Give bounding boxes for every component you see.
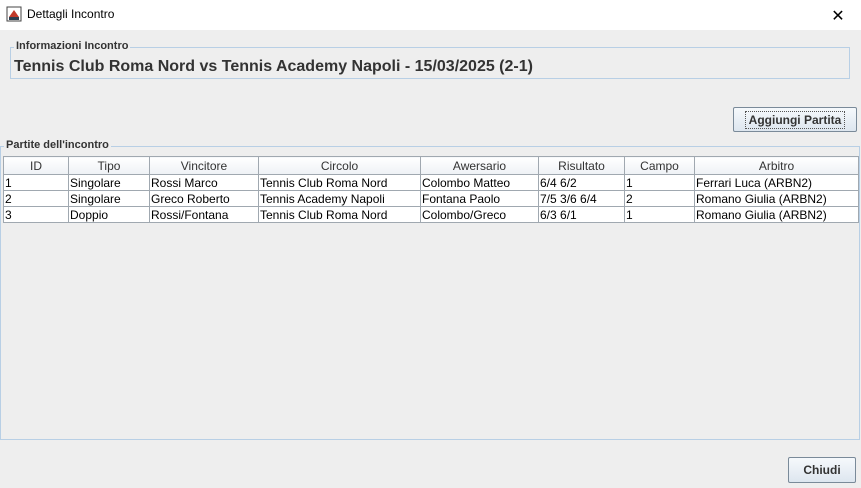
- window-title: Dettagli Incontro: [27, 7, 115, 21]
- cell-tipo[interactable]: Singolare: [68, 174, 150, 191]
- cell-vincitore[interactable]: Rossi/Fontana: [149, 206, 259, 223]
- table-row[interactable]: 2 Singolare Greco Roberto Tennis Academy…: [3, 190, 859, 207]
- table-header-row: ID Tipo Vincitore Circolo Awersario Risu…: [3, 156, 859, 175]
- cell-awersario[interactable]: Fontana Paolo: [420, 190, 539, 207]
- close-icon[interactable]: ✕: [815, 0, 861, 30]
- cell-arbitro[interactable]: Romano Giulia (ARBN2): [694, 190, 859, 207]
- cell-id[interactable]: 1: [3, 174, 69, 191]
- cell-circolo[interactable]: Tennis Club Roma Nord: [258, 174, 421, 191]
- cell-awersario[interactable]: Colombo Matteo: [420, 174, 539, 191]
- cell-vincitore[interactable]: Rossi Marco: [149, 174, 259, 191]
- cell-awersario[interactable]: Colombo/Greco: [420, 206, 539, 223]
- cell-arbitro[interactable]: Ferrari Luca (ARBN2): [694, 174, 859, 191]
- column-header-arbitro[interactable]: Arbitro: [694, 156, 859, 175]
- cell-circolo[interactable]: Tennis Club Roma Nord: [258, 206, 421, 223]
- cell-circolo[interactable]: Tennis Academy Napoli: [258, 190, 421, 207]
- title-bar: Dettagli Incontro ✕: [0, 0, 861, 30]
- cell-risultato[interactable]: 6/3 6/1: [538, 206, 625, 223]
- cell-tipo[interactable]: Singolare: [68, 190, 150, 207]
- cell-id[interactable]: 3: [3, 206, 69, 223]
- cell-arbitro[interactable]: Romano Giulia (ARBN2): [694, 206, 859, 223]
- column-header-vincitore[interactable]: Vincitore: [149, 156, 259, 175]
- add-match-button[interactable]: Aggiungi Partita: [733, 107, 857, 132]
- cell-campo[interactable]: 2: [624, 190, 695, 207]
- match-title: Tennis Club Roma Nord vs Tennis Academy …: [14, 58, 533, 75]
- add-match-button-label: Aggiungi Partita: [744, 110, 846, 129]
- cell-risultato[interactable]: 6/4 6/2: [538, 174, 625, 191]
- cell-vincitore[interactable]: Greco Roberto: [149, 190, 259, 207]
- column-header-campo[interactable]: Campo: [624, 156, 695, 175]
- java-app-icon: [6, 6, 22, 22]
- column-header-awersario[interactable]: Awersario: [420, 156, 539, 175]
- matches-table[interactable]: ID Tipo Vincitore Circolo Awersario Risu…: [3, 156, 859, 223]
- cell-tipo[interactable]: Doppio: [68, 206, 150, 223]
- column-header-risultato[interactable]: Risultato: [538, 156, 625, 175]
- info-legend: Informazioni Incontro: [14, 40, 131, 52]
- table-row[interactable]: 3 Doppio Rossi/Fontana Tennis Club Roma …: [3, 206, 859, 223]
- cell-risultato[interactable]: 7/5 3/6 6/4: [538, 190, 625, 207]
- cell-id[interactable]: 2: [3, 190, 69, 207]
- cell-campo[interactable]: 1: [624, 174, 695, 191]
- cell-campo[interactable]: 1: [624, 206, 695, 223]
- column-header-circolo[interactable]: Circolo: [258, 156, 421, 175]
- column-header-id[interactable]: ID: [3, 156, 69, 175]
- matches-legend: Partite dell'incontro: [4, 139, 111, 151]
- table-row[interactable]: 1 Singolare Rossi Marco Tennis Club Roma…: [3, 174, 859, 191]
- close-button[interactable]: Chiudi: [788, 457, 856, 483]
- column-header-tipo[interactable]: Tipo: [68, 156, 150, 175]
